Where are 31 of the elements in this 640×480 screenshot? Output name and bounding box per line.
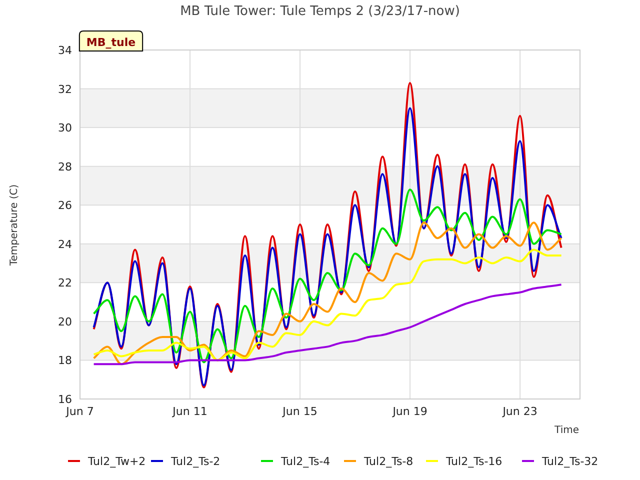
legend-label: Tul2_Tw+2 (88, 455, 146, 468)
x-tick-label: Jun 23 (502, 405, 538, 418)
legend-label: Tul2_Ts-32 (542, 455, 598, 468)
legend-line-icon (426, 460, 438, 462)
y-tick-label: 16 (58, 393, 72, 406)
station-badge: MB_tule (78, 30, 144, 52)
legend-line-icon (151, 460, 163, 462)
legend-label: Tul2_Ts-2 (171, 455, 220, 468)
y-tick-label: 34 (58, 44, 72, 57)
y-axis-label: Temperature (C) (9, 184, 20, 266)
y-tick-label: 20 (58, 315, 72, 328)
x-axis-label: Time (554, 425, 579, 436)
legend-line-icon (344, 460, 356, 462)
legend-label: Tul2_Ts-4 (281, 455, 330, 468)
y-tick-label: 26 (58, 199, 72, 212)
x-tick-label: Jun 19 (392, 405, 428, 418)
legend-line-icon (522, 460, 534, 462)
y-tick-label: 28 (58, 160, 72, 174)
y-tick-label: 24 (58, 238, 72, 251)
x-tick-label: Jun 11 (172, 405, 208, 418)
legend-line-icon (68, 460, 80, 462)
legend-label: Tul2_Ts-16 (446, 455, 502, 468)
y-tick-label: 18 (58, 354, 72, 368)
x-tick-label: Jun 7 (66, 405, 94, 418)
legend-label: Tul2_Ts-8 (364, 455, 414, 468)
chart-title: MB Tule Tower: Tule Temps 2 (3/23/17-now) (180, 4, 460, 19)
legend-line-icon (261, 460, 273, 462)
y-tick-label: 22 (58, 276, 72, 290)
y-tick-label: 30 (58, 122, 72, 135)
y-tick-label: 32 (58, 82, 72, 96)
x-tick-label: Jun 15 (282, 405, 318, 418)
